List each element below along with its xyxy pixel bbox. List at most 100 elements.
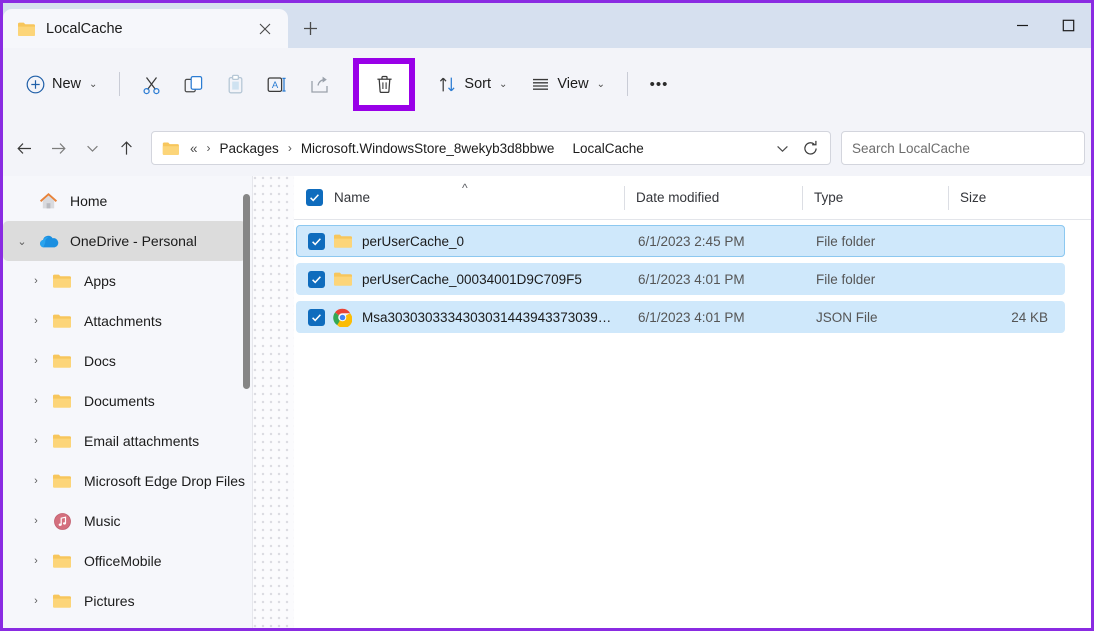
breadcrumb[interactable]: « › Packages › Microsoft.WindowsStore_8w… [151, 131, 831, 165]
sidebar-item-pictures[interactable]: › Pictures [3, 581, 246, 621]
sidebar-item-email-attachments[interactable]: › Email attachments [3, 421, 246, 461]
sidebar-item-music[interactable]: › Music [3, 501, 246, 541]
trash-icon [377, 75, 392, 93]
copy-button[interactable] [173, 66, 213, 102]
cut-button[interactable] [131, 66, 171, 102]
chevron-right-icon[interactable]: › [23, 555, 49, 567]
chevron-right-icon[interactable]: › [23, 355, 49, 367]
sidebar-item-home[interactable]: Home [3, 181, 246, 221]
back-button[interactable] [7, 131, 41, 165]
chevron-right-icon[interactable]: › [23, 435, 49, 447]
sidebar-item-label: Home [70, 193, 108, 209]
ellipsis-icon: ••• [649, 75, 669, 93]
sidebar-item-label: OneDrive - Personal [70, 233, 197, 249]
scissors-icon [141, 74, 162, 95]
chevron-down-icon: ⌄ [596, 78, 605, 90]
arrow-right-icon [51, 142, 66, 154]
breadcrumb-packages[interactable]: Packages [218, 141, 281, 156]
search-input[interactable] [852, 140, 1074, 156]
chevron-right-icon[interactable]: › [23, 475, 49, 487]
sidebar-item-documents[interactable]: › Documents [3, 381, 246, 421]
more-options-button[interactable]: ••• [639, 66, 679, 102]
row-checkbox[interactable] [308, 308, 325, 326]
folder-icon [333, 231, 353, 251]
paste-button[interactable] [215, 66, 255, 102]
tab-title: LocalCache [46, 20, 123, 37]
chevron-right-icon[interactable]: › [23, 595, 49, 607]
rename-button[interactable]: A [257, 66, 297, 102]
column-header-name[interactable]: Name ^ [294, 176, 624, 220]
forward-button[interactable] [41, 131, 75, 165]
up-button[interactable] [109, 131, 143, 165]
share-button[interactable] [299, 66, 339, 102]
cell-size [950, 263, 1050, 295]
file-name: Msa3030303334303031443943373039… [362, 309, 612, 325]
sidebar-item-label: Apps [84, 273, 116, 289]
search-box[interactable] [841, 131, 1085, 165]
column-header-type[interactable]: Type [802, 176, 948, 220]
sidebar-item-officemobile[interactable]: › OfficeMobile [3, 541, 246, 581]
view-button[interactable]: View ⌄ [520, 66, 616, 102]
sort-ascending-icon: ^ [462, 180, 468, 195]
column-header-size[interactable]: Size [948, 176, 1048, 220]
table-row[interactable]: Msa3030303334303031443943373039… 6/1/202… [296, 301, 1065, 333]
folder-icon [333, 269, 353, 289]
music-note-icon [49, 512, 75, 531]
sidebar-item-label: Attachments [84, 313, 162, 329]
refresh-button[interactable] [796, 134, 824, 162]
chevron-right-icon[interactable]: › [23, 315, 49, 327]
breadcrumb-dropdown-button[interactable] [768, 134, 796, 162]
column-header-label: Type [814, 190, 844, 205]
file-name: perUserCache_0 [362, 233, 465, 249]
column-headers: Name ^ Date modified Type Size [294, 176, 1091, 220]
breadcrumb-package-name[interactable]: Microsoft.WindowsStore_8wekyb3d8bbwe [299, 141, 557, 156]
sidebar-item-onedrive-personal[interactable]: ⌄ OneDrive - Personal [3, 221, 246, 261]
file-explorer-window: LocalCache New ⌄ A Sort ⌄ View ⌄ ••• « ›… [0, 0, 1094, 631]
table-row[interactable]: perUserCache_00034001D9C709F5 6/1/2023 4… [296, 263, 1065, 295]
new-tab-button[interactable] [288, 9, 332, 48]
chevron-right-icon[interactable]: › [23, 275, 49, 287]
svg-text:A: A [272, 80, 279, 91]
row-checkbox[interactable] [308, 270, 325, 288]
pane-splitter[interactable] [252, 176, 294, 628]
chevron-down-icon [86, 145, 98, 152]
sort-arrows-icon [438, 75, 457, 94]
tab-localcache[interactable]: LocalCache [3, 9, 288, 48]
breadcrumb-root[interactable]: « [188, 141, 200, 156]
command-toolbar: New ⌄ A Sort ⌄ View ⌄ ••• [3, 48, 1091, 120]
onedrive-cloud-icon [35, 234, 61, 249]
column-header-date-modified[interactable]: Date modified [624, 176, 802, 220]
select-all-checkbox[interactable] [306, 189, 323, 206]
sidebar-item-label: Pictures [84, 593, 135, 609]
minimize-button[interactable] [999, 3, 1045, 48]
sort-button[interactable]: Sort ⌄ [427, 66, 518, 102]
close-icon[interactable] [252, 16, 278, 42]
sidebar-item-label: Microsoft Edge Drop Files [84, 473, 246, 489]
chevron-down-icon: ⌄ [499, 78, 508, 90]
breadcrumb-localcache[interactable]: LocalCache [570, 141, 645, 156]
sidebar-item-apps[interactable]: › Apps [3, 261, 246, 301]
cell-date-modified: 6/1/2023 4:01 PM [638, 271, 745, 287]
table-row[interactable]: perUserCache_0 6/1/2023 2:45 PM File fol… [296, 225, 1065, 257]
recent-locations-button[interactable] [75, 131, 109, 165]
cell-type: JSON File [816, 309, 878, 325]
folder-icon [49, 433, 75, 449]
sidebar-item-attachments[interactable]: › Attachments [3, 301, 246, 341]
chevron-right-icon[interactable]: › [23, 395, 49, 407]
maximize-button[interactable] [1045, 3, 1091, 48]
row-checkbox[interactable] [308, 232, 325, 250]
folder-icon [49, 313, 75, 329]
sidebar-item-docs[interactable]: › Docs [3, 341, 246, 381]
delete-button[interactable] [364, 66, 404, 102]
sidebar-item-microsoft-edge-drop-files[interactable]: › Microsoft Edge Drop Files [3, 461, 246, 501]
cell-size: 24 KB [1011, 309, 1048, 325]
chevron-right-icon[interactable]: › [23, 515, 49, 527]
column-header-label: Date modified [636, 190, 720, 205]
sidebar-scrollbar-thumb[interactable] [243, 194, 250, 389]
new-button[interactable]: New ⌄ [15, 66, 108, 102]
chevron-down-icon[interactable]: ⌄ [9, 235, 35, 248]
file-name: perUserCache_00034001D9C709F5 [362, 271, 582, 287]
arrow-up-icon [120, 140, 132, 155]
home-icon [35, 192, 61, 211]
plus-circle-icon [26, 75, 45, 94]
